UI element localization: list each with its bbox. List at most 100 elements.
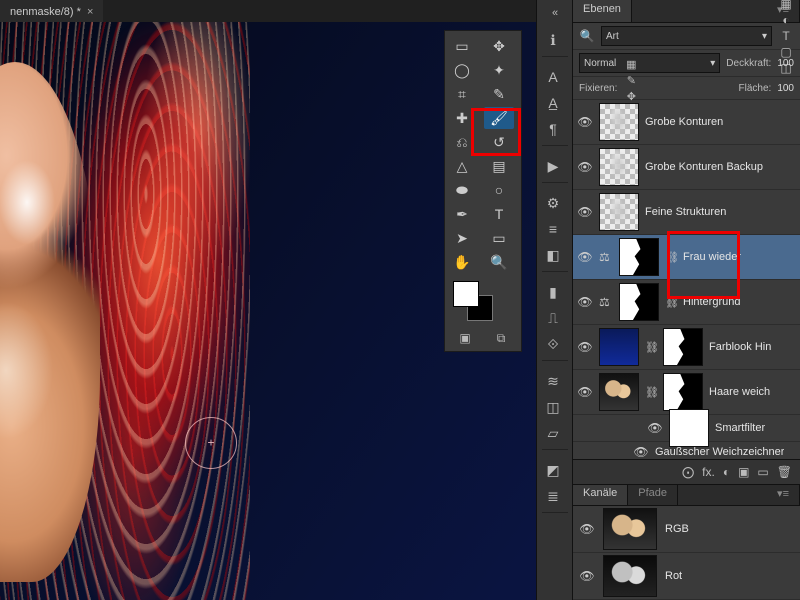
fill-value[interactable]: 100 — [777, 83, 794, 94]
layer-row[interactable]: 👁 Feine Strukturen — [573, 190, 800, 235]
screenmode-icon[interactable]: ⧉ — [489, 329, 513, 347]
layer-name[interactable]: Frau wieder — [683, 251, 741, 263]
tool-zoom[interactable]: 🔍 — [484, 251, 514, 273]
tab-channels[interactable]: Kanäle — [573, 485, 628, 505]
tab-layers[interactable]: Ebenen — [573, 0, 632, 22]
dock-icon-3-1[interactable]: ≡ — [542, 219, 564, 239]
link-icon[interactable]: ⛓ — [645, 386, 657, 399]
layer-filter-btn-2[interactable]: T — [778, 28, 794, 44]
layers-footer-btn-4[interactable]: ▭ — [757, 465, 768, 479]
layers-footer-btn-0[interactable]: ⨀ — [682, 465, 694, 479]
opacity-value[interactable]: 100 — [777, 58, 794, 69]
layer-thumb[interactable] — [599, 373, 639, 411]
channels-menu-icon[interactable]: ▾≡ — [678, 485, 800, 505]
layer-row[interactable]: 👁 Grobe Konturen Backup — [573, 145, 800, 190]
dock-icon-4-1[interactable]: ⎍ — [542, 308, 564, 328]
mask-thumb[interactable] — [663, 328, 703, 366]
channel-row[interactable]: 👁RGB — [573, 506, 800, 553]
channel-row[interactable]: 👁Rot — [573, 553, 800, 600]
dock-icon-3-2[interactable]: ◧ — [542, 245, 564, 265]
visibility-toggle[interactable]: 👁 — [577, 205, 593, 219]
layer-name[interactable]: Hintergrund — [683, 296, 740, 308]
link-icon[interactable]: ⛓ — [665, 296, 677, 309]
link-icon[interactable]: ⛓ — [645, 341, 657, 354]
panel-menu-icon[interactable]: ▾≡ — [632, 0, 800, 22]
visibility-toggle[interactable]: 👁 — [633, 445, 649, 459]
tool-move[interactable]: ✥ — [484, 35, 514, 57]
layer-name[interactable]: Gaußscher Weichzeichner — [655, 446, 784, 458]
layer-row[interactable]: 👁Grobe Konturen — [573, 100, 800, 145]
dock-icon-6-0[interactable]: ◩ — [542, 460, 564, 480]
dock-icon-4-0[interactable]: ▮ — [542, 282, 564, 302]
tool-shape[interactable]: ▭ — [484, 227, 514, 249]
layer-row[interactable]: 👁⚖⛓Hintergrund — [573, 280, 800, 325]
color-swatches[interactable] — [447, 279, 519, 323]
dock-icon-5-2[interactable]: ⏥ — [542, 423, 564, 443]
tool-blur[interactable]: ⬬ — [447, 179, 477, 201]
blend-mode-select[interactable]: Normal▾ — [579, 53, 720, 73]
dock-icon-0-0[interactable]: ℹ — [542, 30, 564, 50]
layer-thumb[interactable] — [619, 238, 659, 276]
layers-footer-btn-2[interactable]: ◐ — [723, 465, 730, 479]
tool-path-select[interactable]: ➤ — [447, 227, 477, 249]
tool-lasso[interactable]: ◯ — [447, 59, 477, 81]
layer-name[interactable]: Haare weich — [709, 386, 770, 398]
strip-expand-icon[interactable]: « — [544, 6, 566, 20]
layer-name[interactable]: Farblook Hin — [709, 341, 771, 353]
tool-history-brush[interactable]: ↺ — [484, 131, 514, 153]
layer-name[interactable]: Smartfilter — [715, 422, 765, 434]
visibility-toggle[interactable]: 👁 — [579, 569, 595, 583]
tool-hand[interactable]: ✋ — [447, 251, 477, 273]
mask-thumb[interactable] — [663, 373, 703, 411]
tool-magic-wand[interactable]: ✦ — [484, 59, 514, 81]
tool-eyedropper[interactable]: ✎ — [484, 83, 514, 105]
layer-filter-kind[interactable]: Art▾ — [601, 26, 772, 46]
tool-dodge[interactable]: ○ — [484, 179, 514, 201]
lock-btn-0[interactable]: ▦ — [623, 56, 639, 72]
layer-name[interactable]: Grobe Konturen Backup — [645, 161, 763, 173]
visibility-toggle[interactable]: 👁 — [577, 385, 593, 399]
dock-icon-3-0[interactable]: ⚙ — [542, 193, 564, 213]
visibility-toggle[interactable]: 👁 — [577, 160, 593, 174]
dock-icon-4-2[interactable]: ⟐ — [542, 334, 564, 354]
layer-filter-btn-1[interactable]: ◐ — [778, 12, 794, 28]
lock-btn-1[interactable]: ✎ — [623, 72, 639, 88]
visibility-toggle[interactable]: 👁 — [579, 522, 595, 536]
tool-crop[interactable]: ⌗ — [447, 83, 477, 105]
dock-icon-1-2[interactable]: ¶ — [542, 119, 564, 139]
layers-footer-btn-3[interactable]: ▣ — [738, 465, 749, 479]
link-icon[interactable]: ⛓ — [665, 251, 677, 264]
tool-eraser[interactable]: △ — [447, 155, 477, 177]
dock-icon-6-1[interactable]: ≣ — [542, 486, 564, 506]
layer-thumb[interactable] — [599, 193, 639, 231]
layer-thumb[interactable] — [599, 103, 639, 141]
tab-paths[interactable]: Pfade — [628, 485, 678, 505]
layer-filter-btn-0[interactable]: ▦ — [778, 0, 794, 12]
dock-icon-5-0[interactable]: ≋ — [542, 371, 564, 391]
tool-type[interactable]: T — [484, 203, 514, 225]
close-tab-icon[interactable]: × — [87, 6, 93, 18]
layer-row[interactable]: 👁 ⛓ Farblook Hin — [573, 325, 800, 370]
quickmask-icon[interactable]: ▣ — [453, 329, 477, 347]
tool-marquee[interactable]: ▭ — [447, 35, 477, 57]
visibility-toggle[interactable]: 👁 — [577, 340, 593, 354]
dock-icon-1-0[interactable]: A — [542, 67, 564, 87]
search-icon[interactable]: 🔍 — [579, 28, 595, 44]
dock-icon-5-1[interactable]: ◫ — [542, 397, 564, 417]
dock-icon-2-0[interactable]: ▶ — [542, 156, 564, 176]
layer-thumb[interactable] — [599, 328, 639, 366]
layer-row[interactable]: 👁 Smartfilter — [573, 415, 800, 442]
visibility-toggle[interactable]: 👁 — [577, 295, 593, 309]
layer-row[interactable]: 👁⚖⛓Frau wieder — [573, 235, 800, 280]
visibility-toggle[interactable]: 👁 — [577, 250, 593, 264]
tool-pen[interactable]: ✒ — [447, 203, 477, 225]
tool-brush[interactable]: 🖌 — [484, 107, 514, 129]
fg-swatch[interactable] — [453, 281, 479, 307]
visibility-toggle[interactable]: 👁 — [577, 115, 593, 129]
layers-footer-btn-5[interactable]: 🗑 — [777, 465, 792, 479]
layer-name[interactable]: Feine Strukturen — [645, 206, 726, 218]
layers-footer-btn-1[interactable]: fx. — [702, 465, 715, 479]
layer-thumb[interactable] — [619, 283, 659, 321]
tool-gradient[interactable]: ▤ — [484, 155, 514, 177]
visibility-toggle[interactable]: 👁 — [647, 421, 663, 435]
